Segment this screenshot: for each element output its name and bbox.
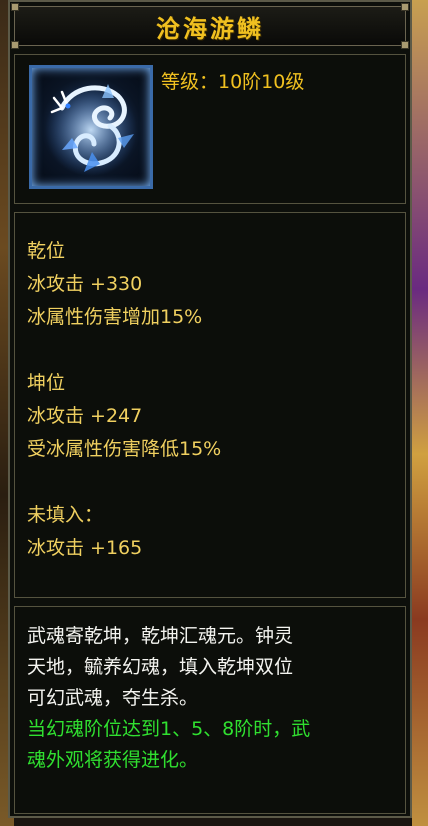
evolution-note-line: 当幻魂阶位达到1、5、8阶时，武	[27, 718, 311, 740]
qian-stat: 冰属性伤害增加15%	[27, 306, 203, 328]
description-line: 武魂寄乾坤，乾坤汇魂元。钟灵	[27, 625, 294, 647]
ice-dragon-icon	[45, 84, 137, 176]
kun-stat: 冰攻击 +247	[27, 405, 143, 427]
qian-stat: 冰攻击 +330	[27, 273, 143, 295]
description-line: 天地，毓养幻魂，填入乾坤双位	[27, 656, 294, 678]
corner-ornament	[11, 41, 19, 49]
description-line: 可幻武魂，夺生杀。	[27, 687, 199, 709]
ice-dragon-icon	[29, 65, 153, 189]
unfilled-heading: 未填入：	[27, 504, 104, 526]
unfilled-stat: 冰攻击 +165	[27, 537, 143, 559]
corner-ornament	[401, 41, 409, 49]
corner-ornament	[11, 3, 19, 11]
description-panel: 武魂寄乾坤，乾坤汇魂元。钟灵 天地，毓养幻魂，填入乾坤双位 可幻武魂，夺生杀。 …	[14, 606, 406, 814]
stats-panel: 乾位 冰攻击 +330 冰属性伤害增加15% 坤位 冰攻击 +247 受冰属性伤…	[14, 212, 406, 598]
item-header-panel: 等级：10阶10级	[14, 54, 406, 204]
corner-ornament	[401, 3, 409, 11]
evolution-note-line: 魂外观将获得进化。	[27, 749, 199, 771]
item-level: 等级：10阶10级	[161, 71, 305, 93]
kun-stat: 受冰属性伤害降低15%	[27, 438, 222, 460]
item-name: 沧海游鳞	[156, 13, 264, 43]
kun-heading: 坤位	[27, 372, 66, 394]
background-right-edge	[412, 0, 428, 826]
item-tooltip: 沧海游鳞 等级：10阶10级 乾位 冰攻击 +330 冰属性伤害增加15% 坤位…	[8, 0, 412, 818]
title-bar: 沧海游鳞	[11, 3, 409, 49]
qian-heading: 乾位	[27, 240, 66, 262]
